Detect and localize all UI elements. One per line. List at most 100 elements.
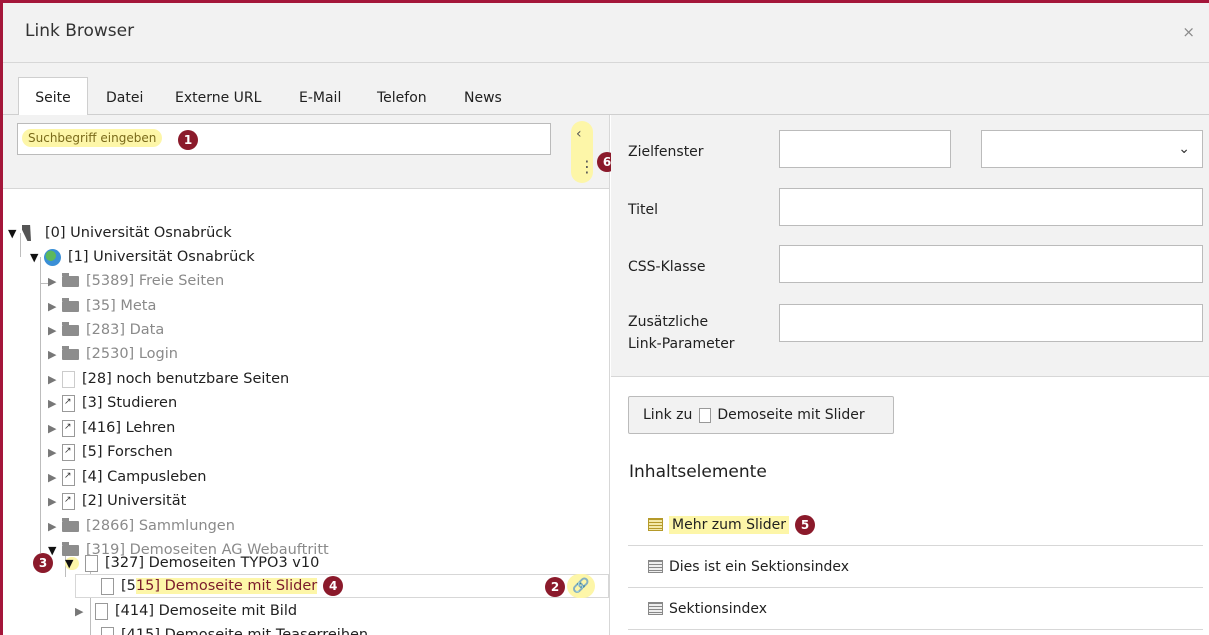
- tab-telefon[interactable]: Telefon: [377, 90, 427, 106]
- tab-email[interactable]: E-Mail: [299, 90, 341, 106]
- titel-input[interactable]: [779, 188, 1203, 226]
- zielfenster-select[interactable]: ⌄: [981, 130, 1203, 168]
- expand-toggle-icon[interactable]: ▼: [8, 227, 22, 240]
- content-elements-title: Inhaltselemente: [629, 462, 767, 482]
- page-icon: [62, 370, 75, 388]
- content-element-label: Sektionsindex: [669, 600, 768, 617]
- page-icon: [101, 626, 114, 635]
- tree-node[interactable]: ▶ [2530] Login: [48, 342, 178, 366]
- tree-node[interactable]: ▶ [5] Forschen: [48, 440, 173, 464]
- tab-externe-url[interactable]: Externe URL: [175, 90, 261, 106]
- tree-node[interactable]: ▼ [327] Demoseiten TYPO3 v10: [65, 551, 319, 575]
- expand-toggle-icon[interactable]: ▶: [48, 348, 62, 361]
- tree-node[interactable]: ▶ [35] Meta: [48, 294, 156, 318]
- tab-bar: Seite Datei Externe URL E-Mail Telefon N…: [3, 63, 1209, 116]
- expand-toggle-icon[interactable]: ▼: [48, 544, 62, 557]
- shortcut-page-icon: [62, 443, 75, 461]
- expand-toggle-icon[interactable]: ▶: [48, 446, 62, 459]
- link-browser-dialog: Link Browser × Seite Datei Externe URL E…: [0, 0, 1209, 635]
- search-placeholder: Suchbegriff eingeben: [22, 129, 163, 147]
- content-element-label: Dies ist ein Sektionsindex: [669, 558, 849, 575]
- page-icon: [85, 554, 98, 572]
- tree-node-label: [3] Studieren: [82, 395, 178, 411]
- tree-node[interactable]: ▶ [283] Data: [48, 318, 164, 342]
- tree-node-label-prefix: [5: [121, 578, 136, 594]
- tree-node-selected[interactable]: [5 15] Demoseite mit Slider 4: [101, 574, 344, 598]
- params-input[interactable]: [779, 304, 1203, 342]
- folder-icon: [62, 297, 79, 312]
- shortcut-page-icon: [62, 468, 75, 486]
- expand-toggle-icon[interactable]: ▶: [48, 471, 62, 484]
- expand-toggle-icon[interactable]: ▶: [48, 373, 62, 386]
- content-element-icon: [648, 560, 663, 573]
- dialog-header: Link Browser ×: [3, 3, 1209, 63]
- chevron-left-icon[interactable]: ‹: [576, 126, 582, 142]
- tab-seite[interactable]: Seite: [18, 77, 88, 116]
- shortcut-page-icon: [62, 419, 75, 437]
- link-chain-icon[interactable]: 🔗: [567, 574, 595, 598]
- tree-node-label: [1] Universität Osnabrück: [68, 249, 255, 265]
- tree-node[interactable]: ▶ [3] Studieren: [48, 391, 177, 415]
- expand-toggle-icon[interactable]: ▶: [48, 275, 62, 288]
- annotation-badge-3: 3: [33, 553, 53, 573]
- set-link-button[interactable]: Link zu Demoseite mit Slider: [628, 396, 894, 434]
- content-element-item[interactable]: Dies ist ein Sektionsindex: [628, 546, 1203, 588]
- content-element-icon: [648, 518, 663, 531]
- params-label-line2: Link-Parameter: [628, 336, 735, 352]
- content-element-item[interactable]: Mehr zum Slider 5: [628, 504, 1203, 546]
- tree-guide: [40, 283, 48, 284]
- expand-toggle-icon[interactable]: ▶: [48, 520, 62, 533]
- content-element-icon: [648, 602, 663, 615]
- tree-node-label: [35] Meta: [86, 298, 157, 314]
- expand-toggle-icon[interactable]: ▶: [48, 324, 62, 337]
- tree-node[interactable]: ▶ [416] Lehren: [48, 416, 175, 440]
- expand-toggle-icon[interactable]: ▶: [48, 397, 62, 410]
- folder-icon: [62, 272, 79, 287]
- page-tree-pane: Suchbegriff eingeben 1 ‹ ⋮ 6 ▼ [0] Unive…: [3, 115, 617, 635]
- close-button[interactable]: ×: [1182, 23, 1195, 41]
- params-label-line1: Zusätzliche: [628, 314, 709, 330]
- expand-toggle-icon[interactable]: ▶: [48, 300, 62, 313]
- tree-node-label: [415] Demoseite mit Teaserreihen: [121, 627, 369, 635]
- content-element-item[interactable]: Sektionsindex: [628, 588, 1203, 630]
- tab-datei[interactable]: Datei: [106, 90, 143, 106]
- dialog-title: Link Browser: [25, 21, 135, 41]
- tree-node-label: [327] Demoseiten TYPO3 v10: [105, 555, 320, 571]
- params-label: Zusätzliche Link-Parameter: [628, 311, 735, 355]
- tree-node[interactable]: ▶ [28] noch benutzbare Seiten: [48, 367, 289, 391]
- tree-node[interactable]: ▼ [1] Universität Osnabrück: [30, 245, 255, 269]
- typo3-logo-icon: [22, 225, 31, 241]
- tree-node-label: [2530] Login: [86, 346, 178, 362]
- expand-toggle-icon[interactable]: ▶: [48, 495, 62, 508]
- tab-news[interactable]: News: [464, 90, 502, 106]
- tree-node-root[interactable]: ▼ [0] Universität Osnabrück: [8, 221, 232, 245]
- annotation-badge-5: 5: [795, 514, 816, 535]
- tree-node[interactable]: ▶ [2] Universität: [48, 489, 186, 513]
- tree-node-label: [0] Universität Osnabrück: [45, 225, 232, 241]
- css-class-input[interactable]: [779, 245, 1203, 283]
- zielfenster-input[interactable]: [779, 130, 951, 168]
- expand-toggle-icon[interactable]: ▼: [30, 251, 44, 264]
- tree-node-label: [28] noch benutzbare Seiten: [82, 371, 290, 387]
- expand-toggle-icon[interactable]: ▼: [65, 556, 79, 570]
- tree-node[interactable]: ▶ [5389] Freie Seiten: [48, 269, 224, 293]
- folder-icon: [62, 345, 79, 360]
- shortcut-page-icon: [62, 492, 75, 510]
- link-form: Zielfenster ⌄ Titel CSS-Klasse Zusätzlic…: [611, 115, 1209, 377]
- tree-node-label: [283] Data: [86, 322, 165, 338]
- tree-node[interactable]: ▶ [414] Demoseite mit Bild: [75, 599, 297, 623]
- tree-node[interactable]: ▶ [4] Campusleben: [48, 465, 207, 489]
- expand-toggle-icon[interactable]: ▶: [48, 422, 62, 435]
- tree-node[interactable]: [415] Demoseite mit Teaserreihen: [101, 623, 368, 635]
- tree-node[interactable]: ▶ [2866] Sammlungen: [48, 514, 235, 538]
- more-options-icon[interactable]: ⋮: [579, 159, 595, 175]
- globe-icon: [44, 248, 61, 266]
- titel-label: Titel: [628, 202, 659, 218]
- zielfenster-label: Zielfenster: [628, 144, 704, 160]
- tree-node-label-highlight: 15] Demoseite mit Slider: [135, 578, 318, 594]
- tree-toggle[interactable]: ‹ ⋮: [571, 121, 595, 183]
- content-element-label: Mehr zum Slider: [669, 515, 790, 534]
- search-input[interactable]: Suchbegriff eingeben 1: [17, 123, 551, 155]
- css-class-label: CSS-Klasse: [628, 259, 706, 275]
- expand-toggle-icon[interactable]: ▶: [75, 605, 89, 618]
